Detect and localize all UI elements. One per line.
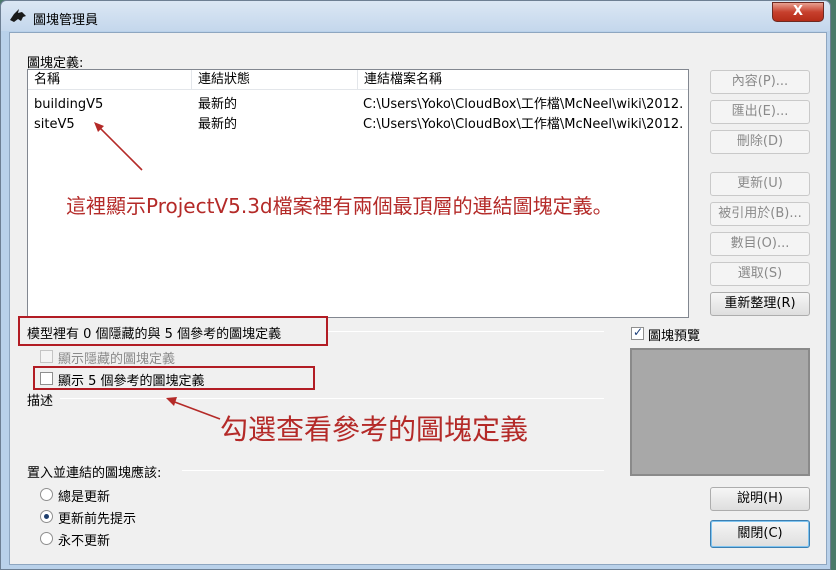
annotation-highlight-box <box>18 316 328 346</box>
annotation-arrow-left <box>166 397 221 420</box>
radio-prompt-update[interactable] <box>40 510 53 523</box>
row-name: buildingV5 <box>34 97 104 112</box>
column-header-name[interactable]: 名稱 <box>28 70 192 90</box>
help-button[interactable]: 說明(H) <box>710 487 810 511</box>
annotation-bottom-text: 勾選查看參考的圖塊定義 <box>220 413 529 446</box>
title-bar[interactable]: 圖塊管理員 X <box>1 1 830 31</box>
count-button[interactable]: 數目(O)... <box>710 232 810 256</box>
delete-button[interactable]: 刪除(D) <box>710 130 810 154</box>
export-button[interactable]: 匯出(E)... <box>710 100 810 124</box>
block-definitions-list[interactable]: 名稱 連結狀態 連結檔案名稱 buildingV5 最新的 C:\Users\Y… <box>27 69 689 318</box>
row-link-status: 最新的 <box>198 97 238 112</box>
always-update-label[interactable]: 總是更新 <box>58 486 110 505</box>
show-hidden-checkbox[interactable] <box>40 350 53 363</box>
radio-always-update[interactable] <box>40 488 53 501</box>
used-in-button[interactable]: 被引用於(B)... <box>710 202 810 226</box>
list-header: 名稱 連結狀態 連結檔案名稱 <box>28 70 688 90</box>
insert-behavior-divider <box>182 470 604 471</box>
block-preview-pane <box>630 348 810 476</box>
annotation-arrow-up <box>94 122 143 171</box>
prompt-update-label[interactable]: 更新前先提示 <box>58 508 136 527</box>
dialog-client: 圖塊定義: 名稱 連結狀態 連結檔案名稱 buildingV5 最新的 C:\U… <box>9 32 827 565</box>
close-button[interactable]: 關閉(C) <box>710 520 810 548</box>
insert-behavior-label: 置入並連結的圖塊應該: <box>27 466 162 481</box>
row-link-status: 最新的 <box>198 117 238 132</box>
rhino-app-icon <box>10 9 26 22</box>
block-preview-checkbox[interactable] <box>631 325 644 340</box>
block-preview-label[interactable]: 圖塊預覽 <box>648 325 700 344</box>
description-label: 描述 <box>27 394 54 409</box>
description-divider <box>60 398 604 399</box>
select-button[interactable]: 選取(S) <box>710 262 810 286</box>
row-link-file: C:\Users\Yoko\CloudBox\工作檔\McNeel\wiki\2… <box>363 97 683 112</box>
properties-button[interactable]: 內容(P)... <box>710 70 810 94</box>
model-info-divider <box>328 331 604 332</box>
update-button[interactable]: 更新(U) <box>710 172 810 196</box>
never-update-label[interactable]: 永不更新 <box>58 530 110 549</box>
window-title: 圖塊管理員 <box>33 13 99 28</box>
annotation-highlight-box <box>33 366 315 390</box>
block-manager-window: 圖塊管理員 X 圖塊定義: 名稱 連結狀態 連結檔案名稱 buildingV5 … <box>0 0 831 570</box>
radio-never-update[interactable] <box>40 532 53 545</box>
column-header-link-file[interactable]: 連結檔案名稱 <box>358 70 690 90</box>
row-link-file: C:\Users\Yoko\CloudBox\工作檔\McNeel\wiki\2… <box>363 117 683 132</box>
show-hidden-label: 顯示隱藏的圖塊定義 <box>58 352 176 367</box>
annotation-top-text: 這裡顯示ProjectV5.3d檔案裡有兩個最頂層的連結圖塊定義。 <box>66 194 613 218</box>
column-header-link-status[interactable]: 連結狀態 <box>192 70 358 90</box>
rebuild-button[interactable]: 重新整理(R) <box>710 292 810 316</box>
window-close-button[interactable]: X <box>772 2 824 22</box>
